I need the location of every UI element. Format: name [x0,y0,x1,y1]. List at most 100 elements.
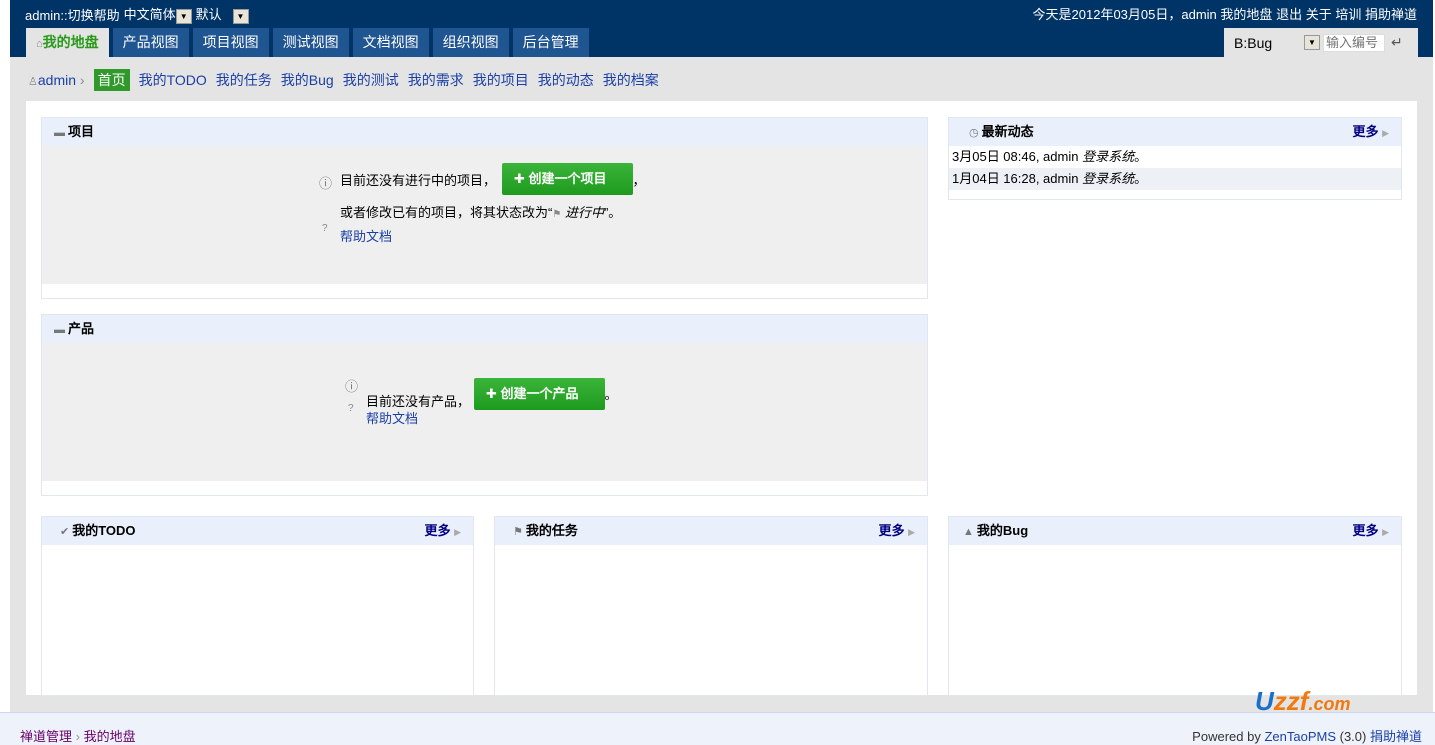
footer: 禅道管理 › 我的地盘 Powered by ZenTaoPMS (3.0) 捐… [0,712,1435,745]
language-select[interactable]: 中文简体 ▼ [124,4,192,24]
chevron-down-icon: ▼ [175,9,192,24]
chevron-right-icon: ▶ [454,527,461,537]
subnav-bug[interactable]: 我的Bug [281,70,334,90]
chevron-down-icon: ▼ [232,9,249,24]
info-icon: ⓘ [319,176,333,191]
id-input[interactable] [1323,33,1385,52]
switch-help-link[interactable]: admin::切换帮助 [25,5,120,24]
object-type-select[interactable]: B:Bug [1234,35,1304,51]
user-name: admin [1181,7,1217,22]
subnav-task[interactable]: 我的任务 [216,70,272,90]
activity-time: 3月05日 08:46, admin [952,149,1079,164]
dynamic-panel: ◷ 最新动态 更多 ▶ 3月05日 08:46, admin 登录系统。 1月04日… [948,117,1402,200]
todo-panel: ✔ 我的TODO 更多 ▶ [41,516,474,696]
tab-company[interactable]: 组织视图 [432,28,509,57]
activity-action[interactable]: 登录系统 [1082,172,1134,187]
more-label: 更多 [424,523,451,538]
no-project-message: 目前还没有进行中的项目， [340,172,497,188]
panel-title: 我的Bug [976,523,1029,538]
more-link[interactable]: 更多 ▶ [878,517,915,546]
breadcrumb-dashboard[interactable]: 我的地盘 [84,729,136,744]
theme-value: 默认 [195,7,222,22]
more-label: 更多 [878,523,905,538]
subnav-home[interactable]: 首页 [93,69,130,91]
user-crumb-label: admin [37,72,77,88]
check-icon: ✔ [60,526,70,538]
tab-label: 我的地盘 [42,34,99,50]
tab-project[interactable]: 项目视图 [192,28,269,57]
chevron-right-icon: › [79,72,85,88]
logout-link[interactable]: 退出 [1276,7,1302,22]
info-icon: ⓘ [345,379,359,394]
theme-select[interactable]: 默认 ▼ [196,4,249,24]
version: (3.0) [1339,729,1367,744]
tab-product[interactable]: 产品视图 [112,28,189,57]
enter-icon[interactable]: ↵ [1391,34,1403,51]
panel-title: 我的TODO [72,523,136,538]
project-panel: ▬ 项目 ⓘ 目前还没有进行中的项目， ✚ 创建一个项目 ， 或者修改已有的项目，… [41,117,928,299]
chevron-right-icon: › [75,729,80,744]
more-link[interactable]: 更多 ▶ [1352,517,1389,546]
subnav-profile[interactable]: 我的档案 [603,70,659,90]
about-link[interactable]: 关于 [1306,7,1332,22]
tab-admin[interactable]: 后台管理 [512,28,589,57]
activity-item: 1月04日 16:28, admin 登录系统。 [949,168,1401,190]
help-doc-link[interactable]: 帮助文档 [340,226,392,245]
more-link[interactable]: 更多 ▶ [424,517,461,546]
user-icon: ♙ [28,76,38,88]
zentao-link[interactable]: ZenTaoPMS [1264,729,1336,744]
folder-icon: ▬ [54,324,65,336]
subnav-project[interactable]: 我的项目 [473,70,529,90]
status-doing: 进行中 [564,205,604,220]
subnav-story[interactable]: 我的需求 [408,70,464,90]
task-panel: ⚑ 我的任务 更多 ▶ [494,516,928,696]
clock-icon: ◷ [969,127,979,139]
create-product-button[interactable]: ✚ 创建一个产品 [474,377,605,410]
chevron-right-icon: ▶ [1382,527,1389,537]
panel-title: 我的任务 [525,523,578,538]
product-panel: ▬ 产品 ⓘ 目前还没有产品， ✚ 创建一个产品 。 ? 帮助文档 [41,314,928,496]
breadcrumb-admin[interactable]: 禅道管理 [20,729,72,744]
top-right-links: 今天是2012年03月05日，admin 我的地盘 退出 关于 培训 捐助禅道 [1033,4,1417,23]
home-icon: ⌂ [36,38,43,50]
chevron-down-icon[interactable]: ▼ [1304,35,1320,50]
period: 。 [604,387,618,402]
button-label: 创建一个产品 [500,385,579,401]
hint-end: ”。 [603,205,622,220]
folder-icon: ▬ [54,127,65,139]
tab-doc[interactable]: 文档视图 [352,28,429,57]
sub-nav: ♙admin › 首页 我的TODO 我的任务 我的Bug 我的测试 我的需求 … [28,69,659,91]
watermark-logo: Uzzf.com [1255,686,1351,716]
training-link[interactable]: 培训 [1335,7,1361,22]
edit-project-hint: 或者修改已有的项目，将其状态改为“ [340,205,553,220]
flag-icon: ⚑ [552,209,562,220]
help-icon: ? [348,403,354,414]
panel-title: 产品 [68,321,95,336]
tab-my-dashboard[interactable]: ⌂我的地盘 [26,28,109,57]
help-icon: ? [322,223,328,234]
more-link[interactable]: 更多 ▶ [1352,118,1389,147]
panel-title: 项目 [68,124,95,139]
footer-donate-link[interactable]: 捐助禅道 [1370,729,1422,744]
activity-end: 。 [1134,149,1148,164]
user-crumb[interactable]: ♙admin › [28,72,85,88]
date-text: 今天是2012年03月05日， [1032,7,1182,22]
subnav-dynamic[interactable]: 我的动态 [538,70,594,90]
chevron-right-icon: ▶ [1382,128,1389,138]
tab-test[interactable]: 测试视图 [272,28,349,57]
activity-time: 1月04日 16:28, admin [952,171,1079,186]
subnav-todo[interactable]: 我的TODO [139,70,207,90]
more-label: 更多 [1352,124,1379,139]
chevron-right-icon: ▶ [908,527,915,537]
create-project-button[interactable]: ✚ 创建一个项目 [502,163,633,195]
donate-link[interactable]: 捐助禅道 [1365,7,1417,22]
subnav-test[interactable]: 我的测试 [343,70,399,90]
my-dashboard-link[interactable]: 我的地盘 [1220,7,1272,22]
warning-icon: ▲ [963,526,974,538]
activity-end: 。 [1134,171,1148,186]
quick-jump: B:Bug ▼ ↵ [1224,28,1418,57]
comma: ， [632,172,646,188]
main-nav: ⌂我的地盘 产品视图 项目视图 测试视图 文档视图 组织视图 后台管理 [26,28,589,57]
help-doc-link[interactable]: 帮助文档 [366,408,418,427]
activity-action[interactable]: 登录系统 [1082,150,1134,165]
